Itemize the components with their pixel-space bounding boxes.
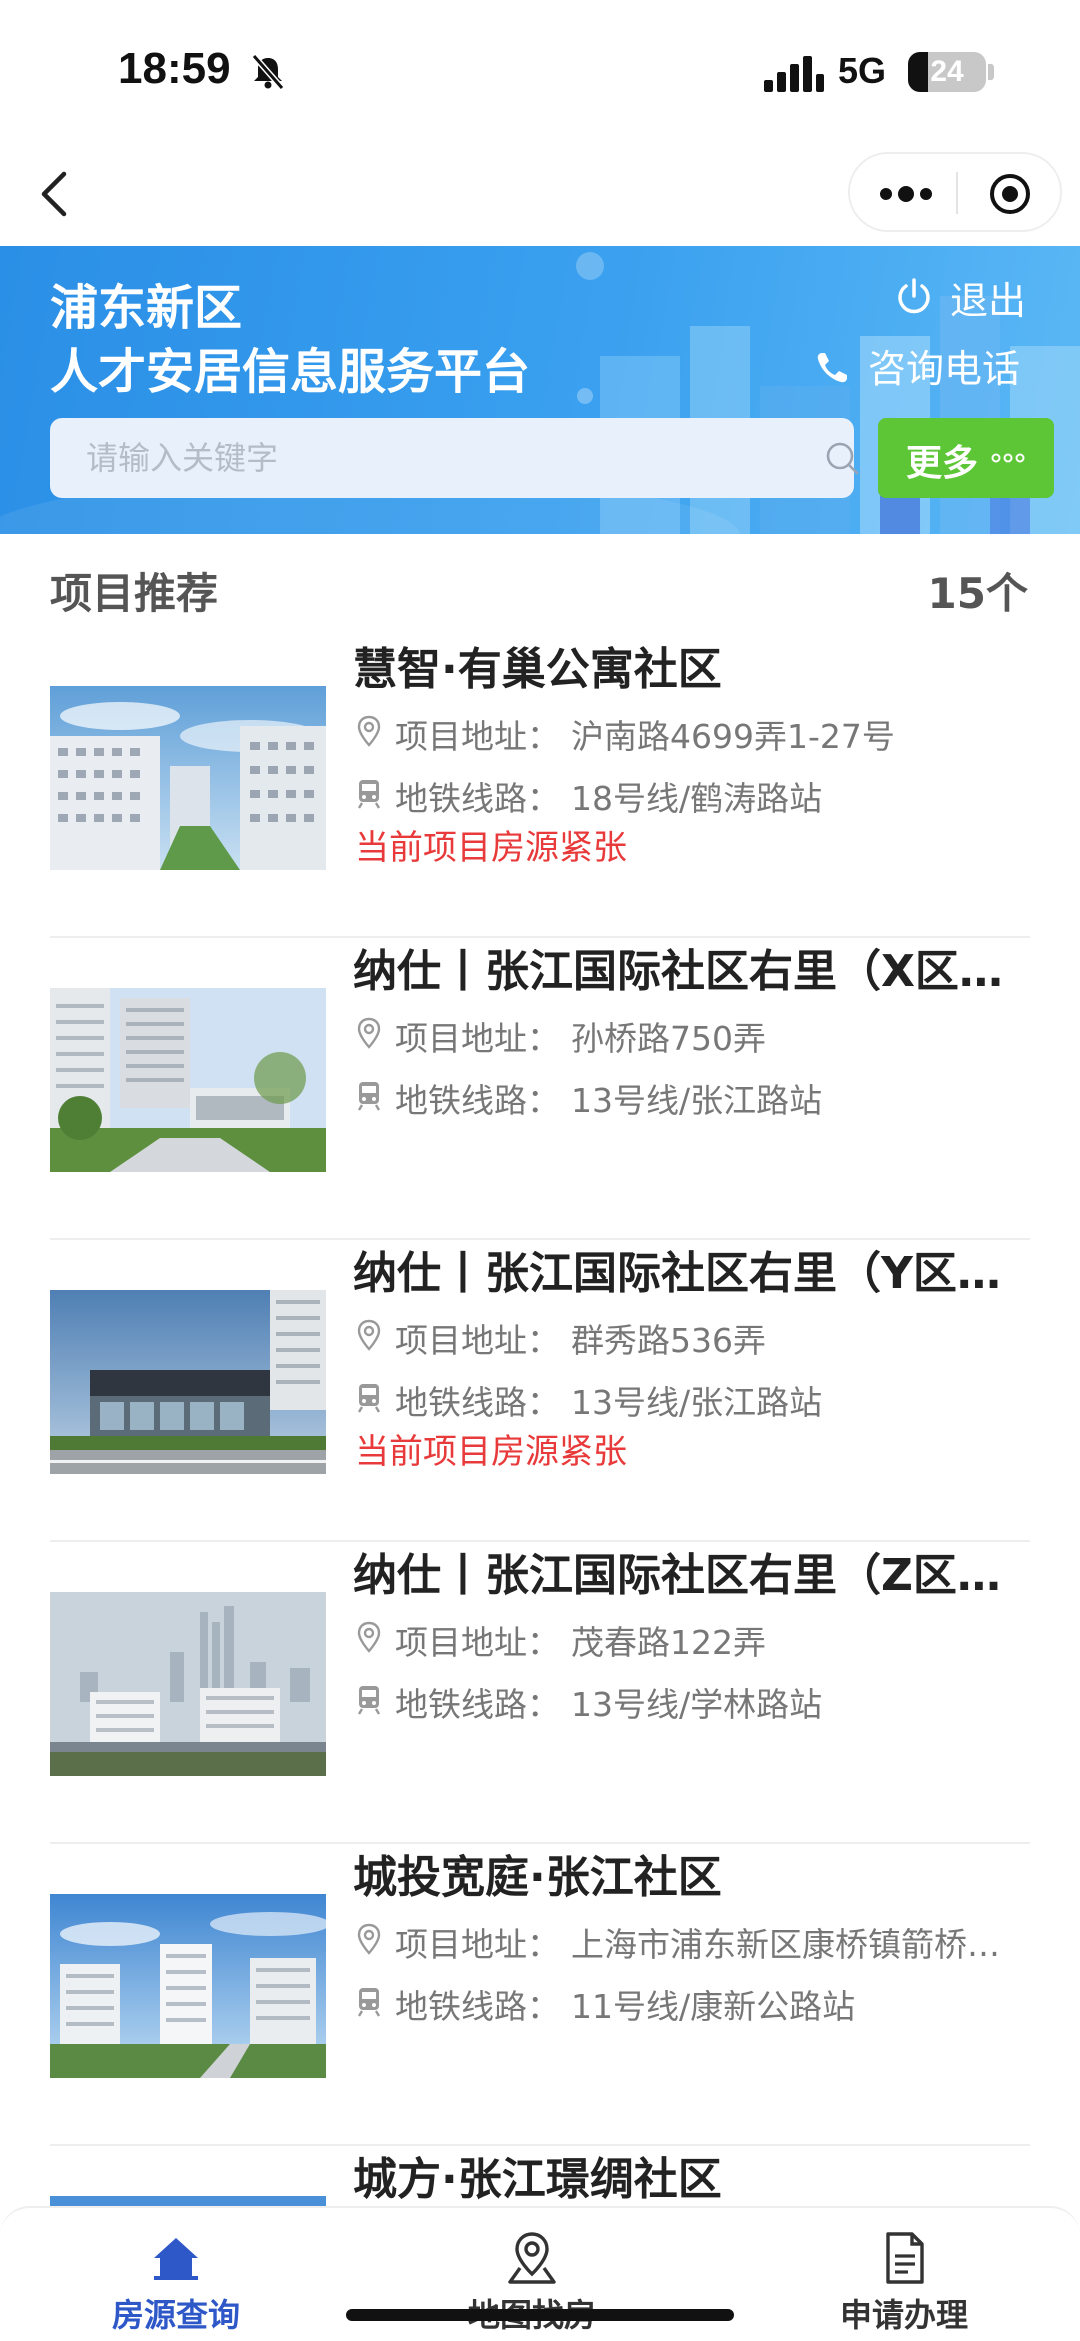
bell-muted-icon [251,54,285,90]
availability-warning: 当前项目房源紧张 [355,828,627,868]
more-dots-icon[interactable] [874,176,938,212]
tab-house-search[interactable]: 房源查询 [46,2208,306,2341]
address-label: 项目地址： [395,1321,560,1360]
status-time: 18:59 [118,44,231,93]
project-address-row: 项目地址： 茂春路122弄 [353,1612,1030,1662]
project-name[interactable]: 纳仕丨张江国际社区右里（Z区… [353,1542,1030,1610]
project-address-row: 项目地址： 上海市浦东新区康桥镇箭桥… [353,1914,1030,1964]
availability-warning: 当前项目房源紧张 [355,1432,627,1472]
mini-program-capsule [848,152,1062,232]
address-label: 项目地址： [395,717,560,756]
location-pin-icon [357,715,381,747]
close-target-icon[interactable] [988,172,1032,216]
signal-icon [764,56,824,92]
address-label: 项目地址： [395,1925,560,1964]
project-card[interactable]: 城投宽庭·张江社区 项目地址： 上海市浦东新区康桥镇箭桥… 地铁线路： 11号线… [50,1844,1030,2146]
more-button[interactable]: 更多 [878,418,1054,498]
banner-title-line2: 人才安居信息服务平台 [50,344,531,400]
project-thumbnail[interactable] [50,988,326,1172]
project-card[interactable]: 慧智·有巢公寓社区 项目地址： 沪南路4699弄1-27号 地铁线路： 18号线… [50,636,1030,938]
project-address: 上海市浦东新区康桥镇箭桥… [571,1925,1000,1964]
section-title: 项目推荐 [50,569,219,618]
project-name[interactable]: 城方·张江璟绸社区 [353,2146,1030,2214]
project-thumbnail[interactable] [50,1592,326,1776]
project-card[interactable]: 纳仕丨张江国际社区右里（Y区… 项目地址： 群秀路536弄 地铁线路： 13号线… [50,1240,1030,1542]
location-pin-icon [357,1017,381,1049]
project-address: 群秀路536弄 [571,1321,766,1360]
project-name[interactable]: 城投宽庭·张江社区 [353,1844,1030,1912]
project-metro: 13号线/张江路站 [571,1081,823,1120]
project-metro-row: 地铁线路： 13号线/张江路站 [353,1070,1030,1120]
metro-train-icon [357,780,381,809]
home-indicator [346,2309,734,2321]
project-name[interactable]: 慧智·有巢公寓社区 [353,636,1030,704]
project-address-row: 项目地址： 群秀路536弄 [353,1310,1030,1360]
metro-train-icon [357,1384,381,1413]
metro-train-icon [357,1686,381,1715]
header-banner: 浦东新区 人才安居信息服务平台 退出 咨询电话 更多 [0,246,1080,534]
document-icon [886,2232,924,2284]
hotline-button[interactable]: 咨询电话 [868,338,1020,393]
project-address: 茂春路122弄 [571,1623,766,1662]
project-count: 15个 [927,569,1028,618]
address-label: 项目地址： [395,1019,560,1058]
metro-label: 地铁线路： [395,779,560,818]
search-icon[interactable] [824,440,860,476]
more-button-label: 更多 [906,443,979,484]
project-metro: 11号线/康新公路站 [571,1987,856,2026]
project-card[interactable]: 纳仕丨张江国际社区右里（X区… 项目地址： 孙桥路750弄 地铁线路： 13号线… [50,938,1030,1240]
project-metro-row: 地铁线路： 13号线/学林路站 [353,1674,1030,1724]
capsule-divider [956,172,958,214]
address-label: 项目地址： [395,1623,560,1662]
metro-label: 地铁线路： [395,1383,560,1422]
battery-icon: 24 [908,52,986,92]
tab-label: 申请办理 [839,2296,968,2334]
project-thumbnail[interactable] [50,1290,326,1474]
project-metro: 13号线/学林路站 [571,1685,823,1724]
power-icon[interactable] [894,276,934,316]
metro-label: 地铁线路： [395,1987,560,2026]
project-address: 孙桥路750弄 [571,1019,766,1058]
search-input[interactable] [86,418,786,498]
home-icon [154,2238,198,2280]
phone-icon[interactable] [814,350,850,386]
project-metro: 18号线/鹤涛路站 [571,779,823,818]
project-metro-row: 地铁线路： 11号线/康新公路站 [353,1976,1030,2026]
location-pin-icon [357,1319,381,1351]
project-metro-row: 地铁线路： 18号线/鹤涛路站 [353,768,1030,818]
location-pin-icon [357,1923,381,1955]
project-metro: 13号线/张江路站 [571,1383,823,1422]
project-thumbnail[interactable] [50,1894,326,2078]
ellipsis-icon [991,453,1025,463]
location-pin-icon [357,1621,381,1653]
network-label: 5G [838,50,887,91]
metro-train-icon [357,1988,381,2017]
status-bar: 18:59 5G 24 [0,0,1080,145]
project-metro-row: 地铁线路： 13号线/张江路站 [353,1372,1030,1422]
project-address-row: 项目地址： 孙桥路750弄 [353,1008,1030,1058]
project-name[interactable]: 纳仕丨张江国际社区右里（Y区… [353,1240,1030,1308]
banner-title-line1: 浦东新区 [50,280,243,336]
project-address: 沪南路4699弄1-27号 [571,717,895,756]
project-thumbnail[interactable] [50,686,326,870]
battery-level: 24 [930,55,964,88]
metro-train-icon [357,1082,381,1111]
search-bar[interactable] [50,418,859,498]
metro-label: 地铁线路： [395,1081,560,1120]
project-address-row: 项目地址： 沪南路4699弄1-27号 [353,706,1030,756]
project-card[interactable]: 纳仕丨张江国际社区右里（Z区… 项目地址： 茂春路122弄 地铁线路： 13号线… [50,1542,1030,1844]
logout-button[interactable]: 退出 [950,270,1026,325]
tab-application[interactable]: 申请办理 [774,2208,1034,2341]
map-pin-icon [508,2232,556,2284]
tab-map-search[interactable]: 地图找房 [402,2208,662,2341]
back-arrow-icon[interactable] [36,168,76,220]
metro-label: 地铁线路： [395,1685,560,1724]
project-name[interactable]: 纳仕丨张江国际社区右里（X区… [353,938,1030,1006]
tab-label: 房源查询 [111,2296,240,2334]
